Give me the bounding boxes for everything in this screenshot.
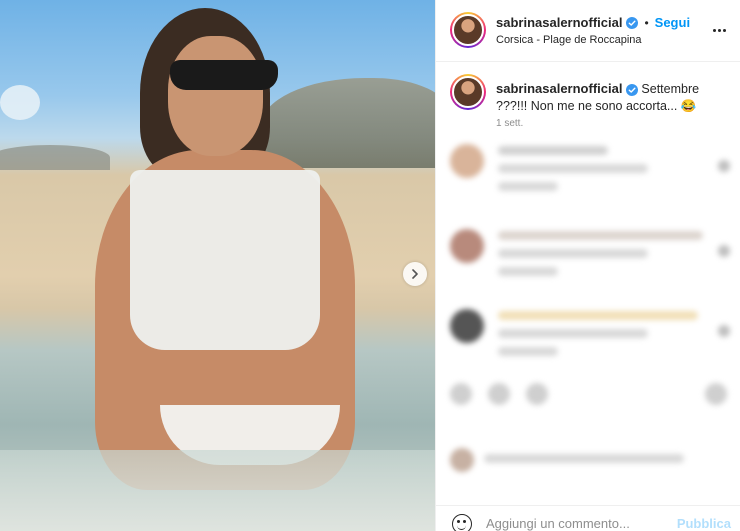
more-options-button[interactable]	[711, 22, 727, 38]
post-sidebar: sabrinasalernofficial • Segui Corsica - …	[435, 0, 740, 531]
bookmark-icon[interactable]	[705, 383, 727, 405]
likes-summary	[450, 445, 730, 475]
caption-avatar[interactable]	[450, 74, 486, 110]
swim-top	[130, 170, 320, 350]
caption-username[interactable]: sabrinasalernofficial	[496, 81, 622, 96]
follow-button[interactable]: Segui	[655, 15, 690, 30]
more-horizontal-icon	[712, 28, 716, 32]
background-rock	[260, 78, 435, 168]
avatar	[450, 309, 484, 343]
author-line: sabrinasalernofficial • Segui	[496, 15, 690, 30]
emoji-icon[interactable]	[452, 514, 472, 531]
post-image[interactable]	[0, 0, 435, 531]
background-hill	[0, 145, 110, 170]
list-item	[450, 305, 730, 375]
next-image-button[interactable]	[403, 262, 427, 286]
separator-dot: •	[644, 15, 649, 30]
verified-badge-icon	[625, 83, 638, 96]
heart-icon	[718, 325, 730, 337]
sunglasses	[170, 60, 278, 90]
comment-input[interactable]	[486, 513, 666, 531]
heart-icon	[718, 160, 730, 172]
share-icon[interactable]	[526, 383, 548, 405]
author-username[interactable]: sabrinasalernofficial	[496, 15, 622, 30]
chevron-right-icon	[412, 269, 418, 279]
avatar	[450, 144, 484, 178]
caption-text-block: sabrinasalernofficial Settembre ???!!! N…	[496, 80, 726, 115]
instagram-post-view: sabrinasalernofficial • Segui Corsica - …	[0, 0, 740, 531]
post-location[interactable]: Corsica - Plage de Roccapina	[496, 34, 642, 46]
like-icon[interactable]	[450, 383, 472, 405]
verified-badge-icon	[626, 16, 639, 29]
caption-timestamp[interactable]: 1 sett.	[496, 118, 523, 129]
list-item	[450, 225, 730, 295]
publish-button[interactable]: Pubblica	[677, 516, 731, 531]
list-item	[450, 140, 730, 210]
post-header: sabrinasalernofficial • Segui Corsica - …	[436, 0, 740, 62]
avatar	[450, 229, 484, 263]
background-cloud	[0, 85, 40, 120]
sea-water	[0, 450, 435, 531]
person-face	[168, 36, 263, 156]
action-bar	[436, 375, 740, 435]
author-avatar[interactable]	[450, 12, 486, 48]
add-comment-bar: Pubblica	[436, 505, 740, 531]
comment-icon[interactable]	[488, 383, 510, 405]
heart-icon	[718, 245, 730, 257]
